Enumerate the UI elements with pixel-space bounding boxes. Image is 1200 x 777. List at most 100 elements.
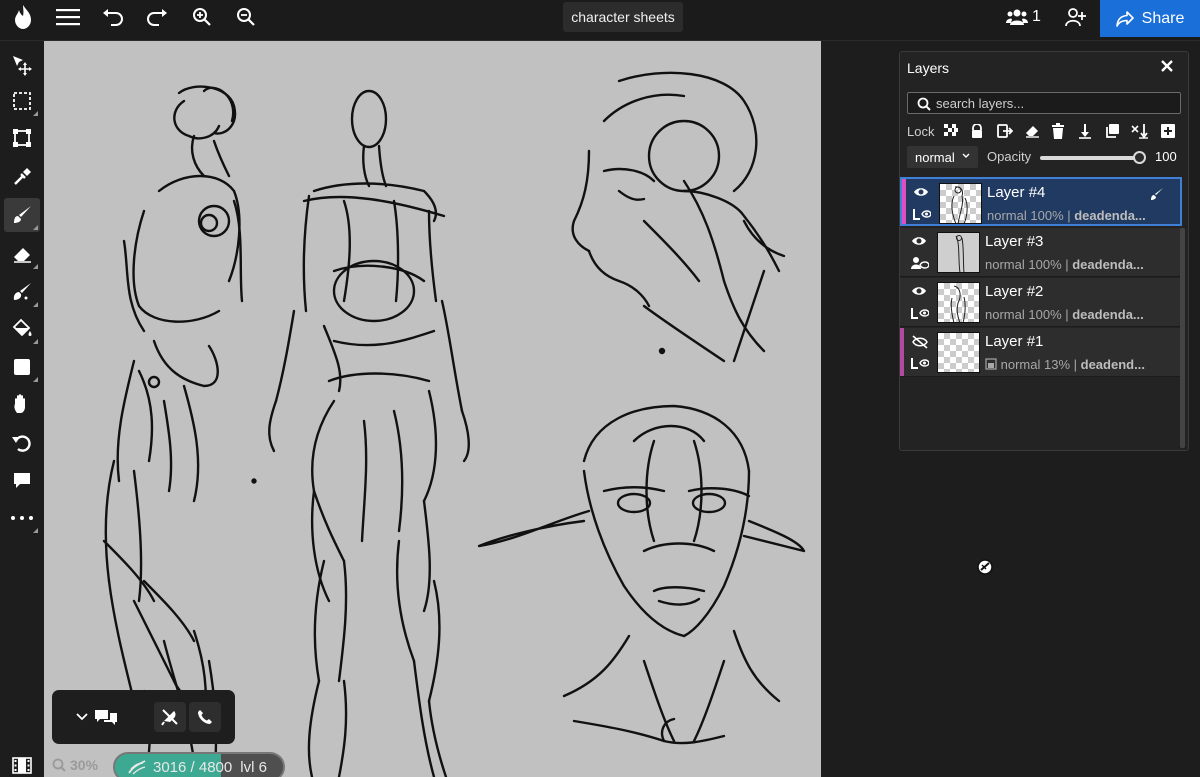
- tool-submenu-indicator: [33, 339, 38, 344]
- fill-tool-icon[interactable]: [4, 312, 40, 346]
- lock-icon[interactable]: [968, 122, 986, 140]
- move-tool-icon[interactable]: [4, 48, 40, 82]
- eyedropper-tool-icon[interactable]: [4, 160, 40, 194]
- layer-blend: normal: [1000, 357, 1041, 372]
- app-logo-icon[interactable]: [10, 0, 36, 34]
- layer-owner: deadenda...: [1072, 307, 1144, 322]
- layer-meta: normal 100% | deadenda...: [985, 257, 1144, 272]
- more-tools-icon[interactable]: [4, 501, 40, 535]
- delete-layer-icon[interactable]: [1049, 122, 1067, 140]
- layer-owner: deadend...: [1080, 357, 1145, 372]
- users-icon: [1006, 9, 1028, 25]
- remote-user-cursor-icon: [977, 559, 993, 575]
- lock-label: Lock: [907, 123, 935, 139]
- layer-search-input[interactable]: search layers...: [907, 92, 1181, 114]
- layer-row[interactable]: Layer #4 normal 100% | deadenda...: [900, 177, 1182, 226]
- layer-thumbnail: [937, 232, 980, 273]
- smudge-tool-icon[interactable]: [4, 275, 40, 309]
- layer-name: Layer #2: [985, 283, 1044, 300]
- layer-opacity: 100%: [1030, 208, 1064, 223]
- sketch-artwork: [102, 71, 806, 777]
- microphone-off-icon: [161, 709, 178, 726]
- zoom-value: 30%: [70, 757, 99, 773]
- timeline-film-icon[interactable]: [12, 757, 32, 774]
- share-icon: [1115, 10, 1134, 27]
- phone-icon: [198, 710, 212, 724]
- share-button[interactable]: Share: [1100, 0, 1200, 37]
- search-placeholder: search layers...: [936, 95, 1025, 111]
- layer-owner-icon: [913, 209, 931, 220]
- opacity-slider[interactable]: [1040, 156, 1140, 160]
- eye-icon[interactable]: [911, 285, 927, 297]
- tool-submenu-indicator: [33, 225, 38, 230]
- redo-icon[interactable]: [145, 0, 169, 34]
- brush-tool-icon[interactable]: [4, 198, 40, 232]
- transform-tool-icon[interactable]: [4, 121, 40, 155]
- document-title[interactable]: character sheets: [563, 2, 683, 32]
- clear-layer-icon[interactable]: [1023, 122, 1041, 140]
- layer-blend: normal: [985, 307, 1025, 322]
- level-progress-pill[interactable]: 3016 / 4800 lvl 6: [113, 752, 285, 777]
- select-rect-tool-icon[interactable]: [4, 84, 40, 118]
- duplicate-layer-icon[interactable]: [1103, 122, 1121, 140]
- layer-list-scrollbar[interactable]: [1180, 228, 1185, 448]
- chat-widget: [52, 690, 235, 744]
- tool-sidebar: [0, 41, 44, 777]
- close-icon[interactable]: [1160, 59, 1176, 75]
- layer-thumbnail: [939, 183, 982, 224]
- layers-panel: Layers search layers... Lock normal Opac…: [899, 51, 1189, 451]
- drawing-canvas[interactable]: [44, 41, 821, 777]
- share-label: Share: [1141, 9, 1185, 27]
- eye-icon[interactable]: [913, 186, 929, 198]
- layer-owner-icon: [911, 257, 929, 269]
- undo-icon[interactable]: [101, 0, 125, 34]
- zoom-out-icon[interactable]: [235, 0, 257, 34]
- tool-submenu-indicator: [33, 302, 38, 307]
- opacity-value[interactable]: 100: [1155, 149, 1177, 164]
- layer-owner-icon: [911, 308, 929, 319]
- export-layer-icon[interactable]: [996, 122, 1014, 140]
- layers-panel-header: Layers: [900, 52, 1188, 84]
- zoom-icon: [52, 758, 66, 772]
- menu-icon[interactable]: [54, 0, 82, 34]
- tool-submenu-indicator: [33, 377, 38, 382]
- clipping-mask-icon[interactable]: [1131, 122, 1149, 140]
- invite-user-icon[interactable]: [1064, 0, 1088, 34]
- tool-submenu-indicator: [33, 264, 38, 269]
- app-window: character sheets 1 Share Layers search l…: [0, 0, 1200, 777]
- blend-mode-value: normal: [915, 149, 955, 165]
- layer-meta: normal 100% | deadenda...: [985, 307, 1144, 322]
- blend-mode-select[interactable]: normal: [907, 146, 978, 168]
- merge-down-icon[interactable]: [1076, 122, 1094, 140]
- layer-row[interactable]: Layer #2 normal 100% | deadenda...: [900, 278, 1182, 327]
- chevron-down-icon: [76, 713, 88, 721]
- layer-opacity: 13%: [1044, 357, 1071, 372]
- layer-color-strip: [902, 179, 906, 224]
- chat-toggle-button[interactable]: [72, 702, 122, 732]
- eye-icon[interactable]: [911, 235, 927, 247]
- opacity-label: Opacity: [987, 149, 1032, 164]
- eraser-tool-icon[interactable]: [4, 237, 40, 271]
- top-bar: character sheets 1 Share: [0, 0, 1200, 41]
- search-icon: [917, 97, 931, 111]
- comment-tool-icon[interactable]: [4, 463, 40, 497]
- layer-row[interactable]: Layer #3 normal 100% | deadenda...: [900, 228, 1182, 277]
- online-users-button[interactable]: 1: [1006, 4, 1041, 30]
- mute-microphone-button[interactable]: [154, 702, 186, 732]
- layer-owner: deadenda...: [1074, 208, 1146, 223]
- zoom-in-icon[interactable]: [191, 0, 213, 34]
- layer-meta: normal 100% | deadenda...: [987, 208, 1146, 223]
- add-layer-icon[interactable]: [1159, 122, 1177, 140]
- shape-tool-icon[interactable]: [4, 350, 40, 384]
- layer-name: Layer #3: [985, 233, 1044, 250]
- zoom-level[interactable]: 30%: [52, 757, 98, 773]
- hand-tool-icon[interactable]: [4, 387, 40, 421]
- voice-call-button[interactable]: [189, 702, 221, 732]
- eye-off-icon[interactable]: [911, 335, 929, 349]
- lock-transparency-icon[interactable]: [942, 122, 960, 140]
- level-label: lvl 6: [240, 758, 267, 776]
- layer-row[interactable]: Layer #1 normal 13% | deadend...: [900, 328, 1182, 377]
- layer-opacity: 100%: [1028, 307, 1062, 322]
- rotate-tool-icon[interactable]: [4, 426, 40, 460]
- opacity-slider-thumb[interactable]: [1133, 151, 1146, 164]
